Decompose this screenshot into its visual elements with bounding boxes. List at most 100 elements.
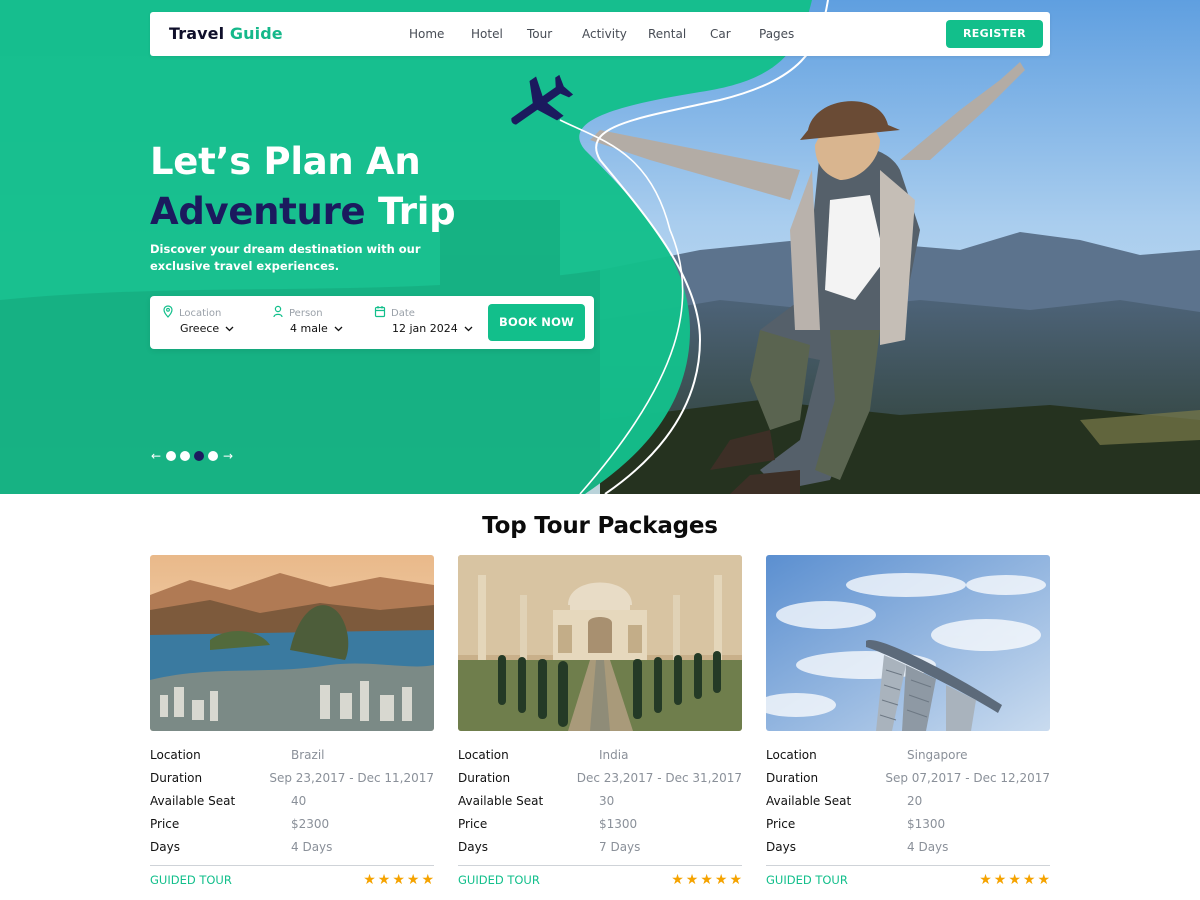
label-days: Days (150, 839, 180, 854)
package-image-india[interactable] (458, 555, 742, 731)
divider (150, 865, 434, 866)
value-price: $1300 (907, 816, 946, 831)
slider-dot-1[interactable] (166, 451, 176, 461)
register-button[interactable]: REGISTER (946, 20, 1043, 48)
slider-dot-3-active[interactable] (194, 451, 204, 461)
divider (766, 865, 1050, 866)
value-seat: 20 (907, 793, 923, 808)
package-details: Location India Duration Dec 23,2017 - Dec … (458, 743, 742, 858)
label-seat: Available Seat (766, 793, 852, 808)
hero-title-line1: Let’s Plan An (150, 140, 421, 183)
value-seat: 40 (291, 793, 307, 808)
chevron-down-icon (464, 322, 473, 335)
brand-logo[interactable]: Travel Guide (169, 24, 283, 43)
nav-item-hotel[interactable]: Hotel (471, 27, 503, 41)
star-icon: ★ (421, 872, 434, 888)
star-icon: ★ (377, 872, 391, 888)
value-price: $1300 (599, 816, 638, 831)
location-value: Greece (180, 322, 220, 335)
value-seat: 30 (599, 793, 615, 808)
package-image-brazil[interactable] (150, 555, 434, 731)
hero-slider-controls: ← → (150, 449, 234, 463)
slider-dot-2[interactable] (180, 451, 190, 461)
star-icon: ★ (363, 872, 376, 888)
location-label: Location (179, 307, 222, 319)
calendar-icon (374, 305, 386, 321)
star-icon: ★ (392, 872, 405, 888)
star-icon: ★ (1037, 872, 1050, 888)
label-location: Location (458, 747, 509, 762)
value-duration: Sep 23,2017 - Dec 11,2017 (269, 770, 434, 785)
package-details: Location Brazil Duration Sep 23,2017 - Dec… (150, 743, 434, 858)
hero-subtitle: Discover your dream destination with our… (150, 242, 421, 273)
logo-text-primary: Travel (169, 24, 225, 43)
label-price: Price (150, 816, 180, 831)
star-icon: ★ (979, 872, 992, 888)
value-price: $2300 (291, 816, 330, 831)
label-seat: Available Seat (150, 793, 236, 808)
person-label: Person (289, 307, 323, 319)
booking-bar: Location Greece Person 4 male Date 12 ja… (150, 296, 594, 349)
nav-item-pages[interactable]: Pages (759, 27, 794, 41)
person-value: 4 male (290, 322, 328, 335)
package-card[interactable]: Location Singapore Duration Sep 07,2017 - … (766, 555, 1050, 888)
value-days: 4 Days (291, 839, 333, 854)
person-icon (272, 305, 284, 321)
location-pin-icon (162, 305, 174, 321)
prev-arrow-icon[interactable]: ← (150, 449, 162, 463)
star-icon: ★ (1008, 872, 1021, 888)
label-duration: Duration (458, 770, 511, 785)
person-field[interactable]: Person 4 male (272, 305, 343, 335)
value-location: India (599, 747, 629, 762)
value-location: Brazil (291, 747, 325, 762)
value-duration: Dec 23,2017 - Dec 31,2017 (576, 770, 742, 785)
rating-stars: ★ ★ ★ ★ ★ (363, 873, 434, 887)
star-icon: ★ (729, 872, 742, 888)
next-arrow-icon[interactable]: → (222, 449, 234, 463)
hero-title-line2: Adventure Trip (150, 190, 456, 233)
label-duration: Duration (766, 770, 819, 785)
star-icon: ★ (671, 872, 684, 888)
book-now-button[interactable]: BOOK NOW (488, 304, 585, 341)
label-days: Days (766, 839, 796, 854)
date-label: Date (391, 307, 415, 319)
divider (458, 865, 742, 866)
label-location: Location (766, 747, 817, 762)
nav-item-activity[interactable]: Activity (582, 27, 627, 41)
tour-type-tag[interactable]: GUIDED TOUR (150, 873, 232, 887)
star-icon: ★ (993, 872, 1007, 888)
hero-title-rest: Trip (377, 190, 456, 233)
label-duration: Duration (150, 770, 203, 785)
package-card[interactable]: Location India Duration Dec 23,2017 - Dec … (458, 555, 742, 888)
package-card[interactable]: Location Brazil Duration Sep 23,2017 - Dec… (150, 555, 434, 888)
date-field[interactable]: Date 12 jan 2024 (374, 306, 473, 335)
star-icon: ★ (1022, 872, 1036, 888)
package-image-singapore[interactable] (766, 555, 1050, 731)
label-location: Location (150, 747, 201, 762)
star-icon: ★ (685, 872, 699, 888)
logo-text-accent: Guide (229, 24, 283, 43)
nav-item-car[interactable]: Car (710, 27, 731, 41)
chevron-down-icon (225, 322, 234, 335)
value-days: 4 Days (907, 839, 949, 854)
value-duration: Sep 07,2017 - Dec 12,2017 (885, 770, 1050, 785)
star-icon: ★ (406, 872, 420, 888)
label-days: Days (458, 839, 488, 854)
hero-title-accent: Adventure (150, 190, 366, 233)
top-navbar: Travel Guide Home Hotel Tour Activity Re… (150, 12, 1050, 56)
section-title: Top Tour Packages (482, 513, 718, 539)
nav-item-home[interactable]: Home (409, 27, 444, 41)
package-details: Location Singapore Duration Sep 07,2017 - … (766, 743, 1050, 858)
location-field[interactable]: Location Greece (162, 305, 234, 335)
label-price: Price (766, 816, 796, 831)
nav-item-rental[interactable]: Rental (648, 27, 686, 41)
slider-dot-4[interactable] (208, 451, 218, 461)
chevron-down-icon (334, 322, 343, 335)
star-icon: ★ (714, 872, 728, 888)
rating-stars: ★ ★ ★ ★ ★ (979, 873, 1050, 887)
nav-item-tour[interactable]: Tour (527, 27, 552, 41)
tour-type-tag[interactable]: GUIDED TOUR (766, 873, 848, 887)
tour-type-tag[interactable]: GUIDED TOUR (458, 873, 540, 887)
value-location: Singapore (907, 747, 968, 762)
label-price: Price (458, 816, 488, 831)
